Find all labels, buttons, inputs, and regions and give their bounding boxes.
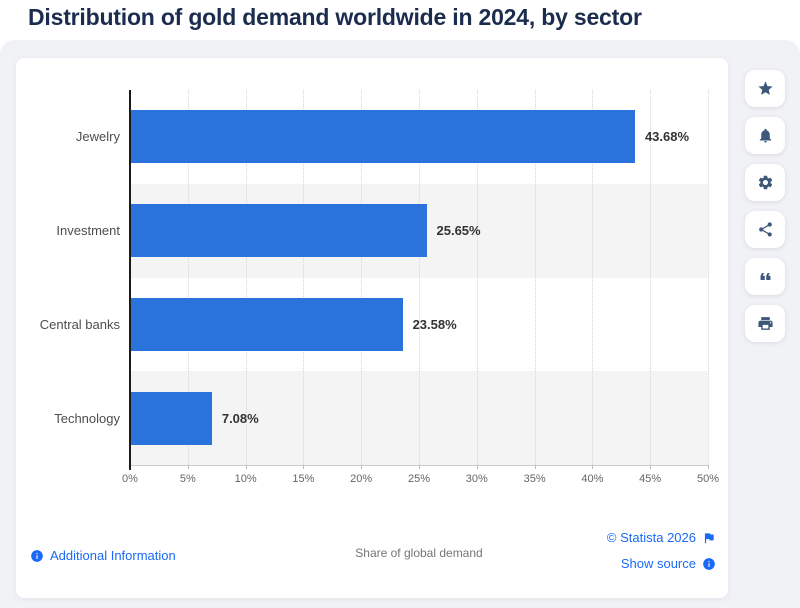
x-tick-label: 50% [696, 473, 720, 485]
x-tick-label: 25% [407, 473, 431, 485]
bell-icon [757, 127, 774, 144]
share-button[interactable] [745, 211, 785, 248]
value-label: 43.68% [644, 129, 690, 145]
gridline [708, 90, 709, 465]
value-label: 25.65% [436, 223, 481, 239]
info-icon [702, 557, 716, 571]
statista-copyright-link[interactable]: © Statista 2026 [607, 530, 716, 545]
bar-jewelry[interactable] [130, 110, 635, 164]
x-tick-label: 15% [292, 473, 315, 485]
value-label: 23.58% [412, 316, 457, 332]
x-tick-label: 35% [523, 473, 546, 485]
page-title: Distribution of gold demand worldwide in… [28, 4, 642, 30]
gear-icon [757, 174, 774, 191]
x-tick-label: 45% [639, 473, 662, 485]
chart-card: Share of global demand 0% 5% 10% 15% 20% 25% 3… [16, 58, 728, 598]
cite-button[interactable] [745, 258, 785, 295]
star-icon [757, 80, 774, 97]
show-source-link[interactable]: Show source [621, 556, 716, 571]
favorite-button[interactable] [745, 70, 785, 107]
bar-technology[interactable] [130, 391, 212, 445]
y-axis-line [129, 90, 131, 470]
x-tick-label: 5% [179, 473, 196, 485]
bar-investment[interactable] [130, 204, 427, 258]
category-label: Central banks [39, 316, 120, 332]
bar-central-banks[interactable] [130, 297, 403, 351]
print-icon [757, 315, 774, 332]
x-tick-label: 40% [581, 473, 604, 485]
category-label: Technology [54, 410, 120, 426]
x-tick-label: 10% [234, 473, 257, 485]
bar-chart: Share of global demand 0% 5% 10% 15% 20% 25% 3… [16, 58, 728, 560]
x-tick-mark [708, 465, 709, 469]
alerts-button[interactable] [745, 117, 785, 154]
show-source-label: Show source [620, 556, 696, 571]
x-tick-label: 0% [122, 473, 138, 485]
x-axis-line [130, 465, 708, 466]
info-icon [30, 549, 44, 563]
flag-icon [702, 531, 716, 545]
share-icon [757, 221, 774, 238]
print-button[interactable] [745, 305, 785, 342]
category-label: Jewelry [75, 129, 120, 145]
copyright-label: © Statista 2026 [606, 530, 696, 545]
settings-button[interactable] [745, 164, 785, 201]
x-tick-label: 20% [350, 473, 373, 485]
additional-information-label: Additional Information [50, 548, 176, 563]
x-tick-label: 30% [465, 473, 488, 485]
category-label: Investment [56, 223, 120, 239]
value-label: 7.08% [221, 410, 259, 426]
additional-information-link[interactable]: Additional Information [30, 548, 176, 563]
quote-icon [757, 268, 774, 285]
